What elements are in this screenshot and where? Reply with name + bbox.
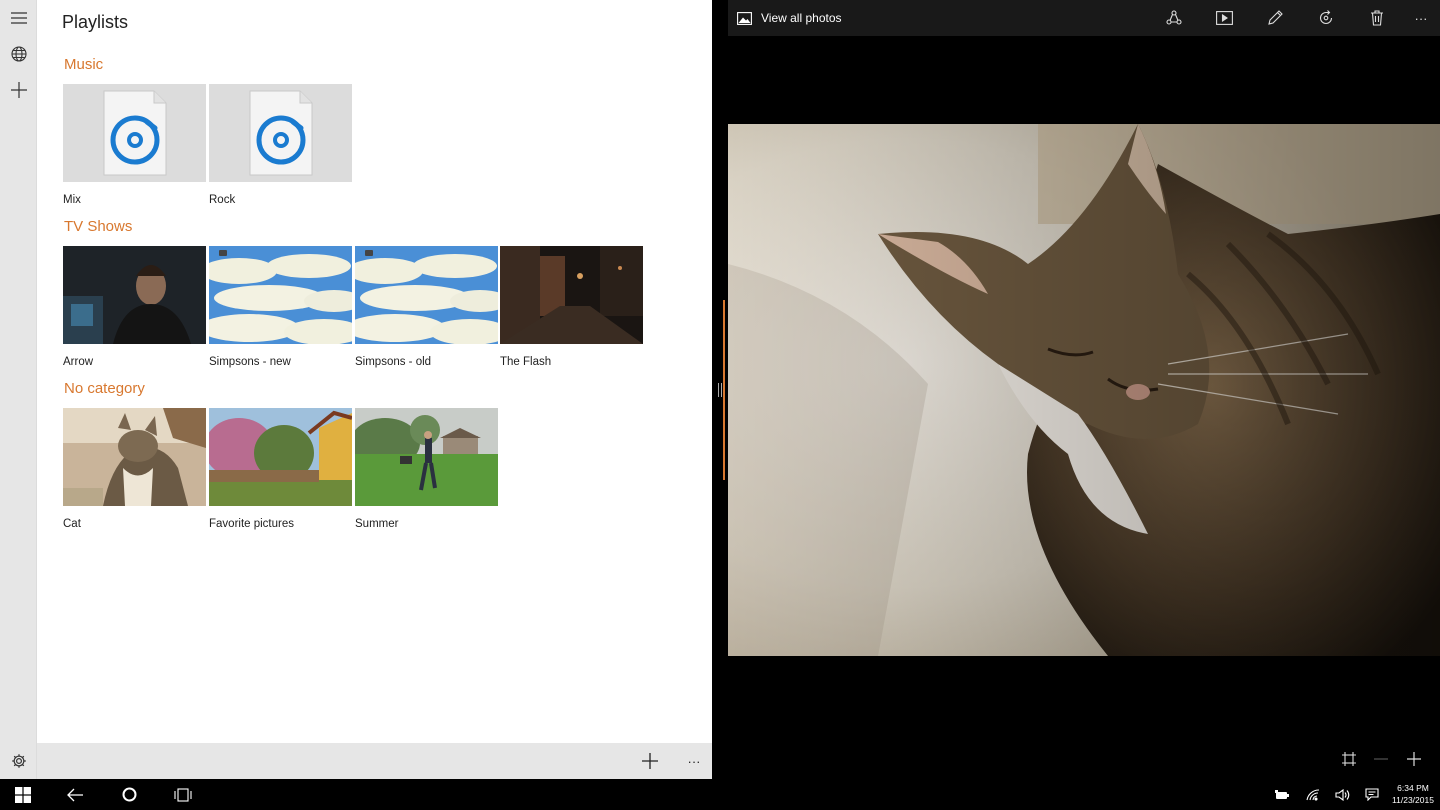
globe-icon[interactable] xyxy=(0,36,37,72)
playlist-tile-mix[interactable]: Mix xyxy=(63,84,206,206)
divider-grip-handle[interactable] xyxy=(718,383,722,397)
section-title-no-category: No category xyxy=(64,380,145,397)
playlist-tile-rock[interactable]: Rock xyxy=(209,84,352,206)
cat-photo-image xyxy=(728,124,1440,656)
windows-start-icon[interactable] xyxy=(0,779,46,810)
cloud-sky-thumbnail xyxy=(209,246,352,344)
tile-label: Rock xyxy=(209,194,236,206)
night-street-thumbnail xyxy=(500,246,643,344)
playlist-tile-simpsons-old[interactable]: Simpsons - old xyxy=(355,246,498,368)
tile-label: The Flash xyxy=(500,356,552,368)
tile-label: Summer xyxy=(355,518,399,530)
split-divider[interactable] xyxy=(712,0,728,779)
action-center-icon[interactable] xyxy=(1359,779,1385,810)
back-icon[interactable] xyxy=(52,779,98,810)
garden-thumbnail xyxy=(209,408,352,506)
taskbar: 6:34 PM 11/23/2015 xyxy=(0,779,1440,810)
arrow-thumbnail xyxy=(63,246,206,344)
clock-time: 6:34 PM xyxy=(1397,783,1429,793)
edit-pencil-icon[interactable] xyxy=(1258,0,1292,36)
cat-photo[interactable] xyxy=(728,124,1440,656)
music-file-icon xyxy=(63,84,206,182)
zoom-in-icon[interactable] xyxy=(1399,742,1429,776)
task-view-icon[interactable] xyxy=(160,779,206,810)
cortana-icon[interactable] xyxy=(106,779,152,810)
tile-label: Favorite pictures xyxy=(209,518,295,530)
page-title: Playlists xyxy=(62,12,129,32)
tile-label: Mix xyxy=(63,194,81,206)
add-playlist-button[interactable] xyxy=(630,743,670,779)
gear-icon[interactable] xyxy=(0,743,37,779)
playlist-tile-cat[interactable]: Cat xyxy=(63,408,206,530)
view-all-photos-label: View all photos xyxy=(761,11,842,25)
view-all-photos-button[interactable]: View all photos xyxy=(737,0,842,36)
section-title-music: Music xyxy=(64,56,104,73)
playlists-pane: Playlists Music Mix Rock TV Shows Arrow … xyxy=(37,0,712,743)
playlist-tile-arrow[interactable]: Arrow xyxy=(63,246,206,368)
playlists-app: Playlists Music Mix Rock TV Shows Arrow … xyxy=(0,0,712,779)
battery-icon[interactable] xyxy=(1269,779,1295,810)
playlist-tile-simpsons-new[interactable]: Simpsons - new xyxy=(209,246,352,368)
plus-icon[interactable] xyxy=(0,72,37,108)
playlist-tile-summer[interactable]: Summer xyxy=(355,408,498,530)
tile-label: Arrow xyxy=(63,356,94,368)
zoom-out-icon[interactable] xyxy=(1366,742,1396,776)
hamburger-menu-icon[interactable] xyxy=(0,0,37,36)
cat-thumbnail xyxy=(63,408,206,506)
photos-app: View all photos ··· xyxy=(728,0,1440,779)
tile-label: Simpsons - old xyxy=(355,356,432,368)
more-options-button[interactable]: ··· xyxy=(674,743,714,779)
system-clock[interactable]: 6:34 PM 11/23/2015 xyxy=(1388,782,1438,806)
plus-icon xyxy=(642,753,658,769)
lawn-thumbnail xyxy=(355,408,498,506)
command-bar: ··· xyxy=(37,743,712,779)
playlist-tile-the-flash[interactable]: The Flash xyxy=(500,246,643,368)
section-title-tv-shows: TV Shows xyxy=(64,218,133,235)
fit-to-window-icon[interactable] xyxy=(1334,742,1364,776)
photo-toolbar: View all photos ··· xyxy=(728,0,1440,36)
rotate-icon[interactable] xyxy=(1309,0,1343,36)
divider-accent xyxy=(723,300,725,480)
wifi-icon[interactable] xyxy=(1300,779,1326,810)
nav-rail xyxy=(0,0,37,779)
clock-date: 11/23/2015 xyxy=(1392,795,1434,805)
playlist-tile-favorite-pictures[interactable]: Favorite pictures xyxy=(209,408,352,530)
cloud-sky-thumbnail xyxy=(355,246,498,344)
share-icon[interactable] xyxy=(1157,0,1191,36)
volume-icon[interactable] xyxy=(1329,779,1355,810)
music-file-icon xyxy=(209,84,352,182)
tile-label: Simpsons - new xyxy=(209,356,291,368)
tile-label: Cat xyxy=(63,518,81,530)
delete-icon[interactable] xyxy=(1360,0,1394,36)
photo-icon xyxy=(737,11,752,25)
more-options-button[interactable]: ··· xyxy=(1404,0,1438,36)
slideshow-icon[interactable] xyxy=(1207,0,1241,36)
